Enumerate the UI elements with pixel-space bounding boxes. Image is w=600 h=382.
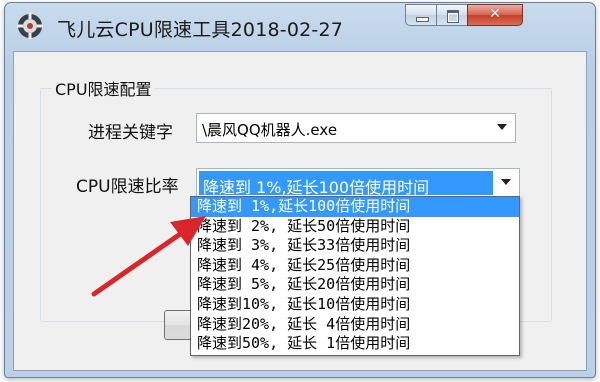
maximize-button[interactable] bbox=[436, 4, 468, 26]
dropdown-option[interactable]: 降速到 2%, 延长50倍使用时间 bbox=[191, 217, 519, 237]
process-keyword-combo[interactable]: \晨风QQ机器人.exe bbox=[196, 113, 516, 143]
dropdown-option[interactable]: 降速到20%, 延长 4倍使用时间 bbox=[191, 315, 519, 335]
minimize-icon bbox=[416, 17, 429, 22]
maximize-icon bbox=[447, 10, 459, 23]
process-keyword-value: \晨风QQ机器人.exe bbox=[202, 121, 338, 139]
dropdown-option[interactable]: 降速到10%, 延长10倍使用时间 bbox=[191, 295, 519, 315]
chevron-down-icon[interactable] bbox=[501, 179, 511, 185]
cpu-rate-value: 降速到 1%,延长100倍使用时间 bbox=[199, 171, 493, 197]
close-button[interactable]: ✕ bbox=[467, 4, 523, 26]
chevron-down-icon[interactable] bbox=[497, 124, 507, 130]
dropdown-option[interactable]: 降速到50%, 延长 1倍使用时间 bbox=[191, 334, 519, 354]
close-icon: ✕ bbox=[489, 6, 501, 22]
window-title: 飞儿云CPU限速工具2018-02-27 bbox=[57, 19, 344, 41]
dropdown-option[interactable]: 降速到 4%, 延长25倍使用时间 bbox=[191, 256, 519, 276]
minimize-button[interactable] bbox=[405, 4, 437, 26]
gear-app-icon bbox=[17, 13, 43, 39]
cpu-rate-combo[interactable]: 降速到 1%,延长100倍使用时间 bbox=[196, 168, 520, 198]
dropdown-option[interactable]: 降速到 3%, 延长33倍使用时间 bbox=[191, 236, 519, 256]
cpu-rate-label: CPU限速比率 bbox=[76, 177, 179, 197]
dropdown-option[interactable]: 降速到 5%, 延长20倍使用时间 bbox=[191, 275, 519, 295]
cpu-rate-dropdown-list[interactable]: 降速到 1%,延长100倍使用时间 降速到 2%, 延长50倍使用时间 降速到 … bbox=[190, 196, 520, 356]
group-title: CPU限速配置 bbox=[52, 76, 155, 100]
title-bar[interactable]: 飞儿云CPU限速工具2018-02-27 ✕ bbox=[5, 3, 595, 47]
process-keyword-label: 进程关键字 bbox=[88, 123, 173, 143]
dropdown-option[interactable]: 降速到 1%,延长100倍使用时间 bbox=[191, 197, 519, 217]
